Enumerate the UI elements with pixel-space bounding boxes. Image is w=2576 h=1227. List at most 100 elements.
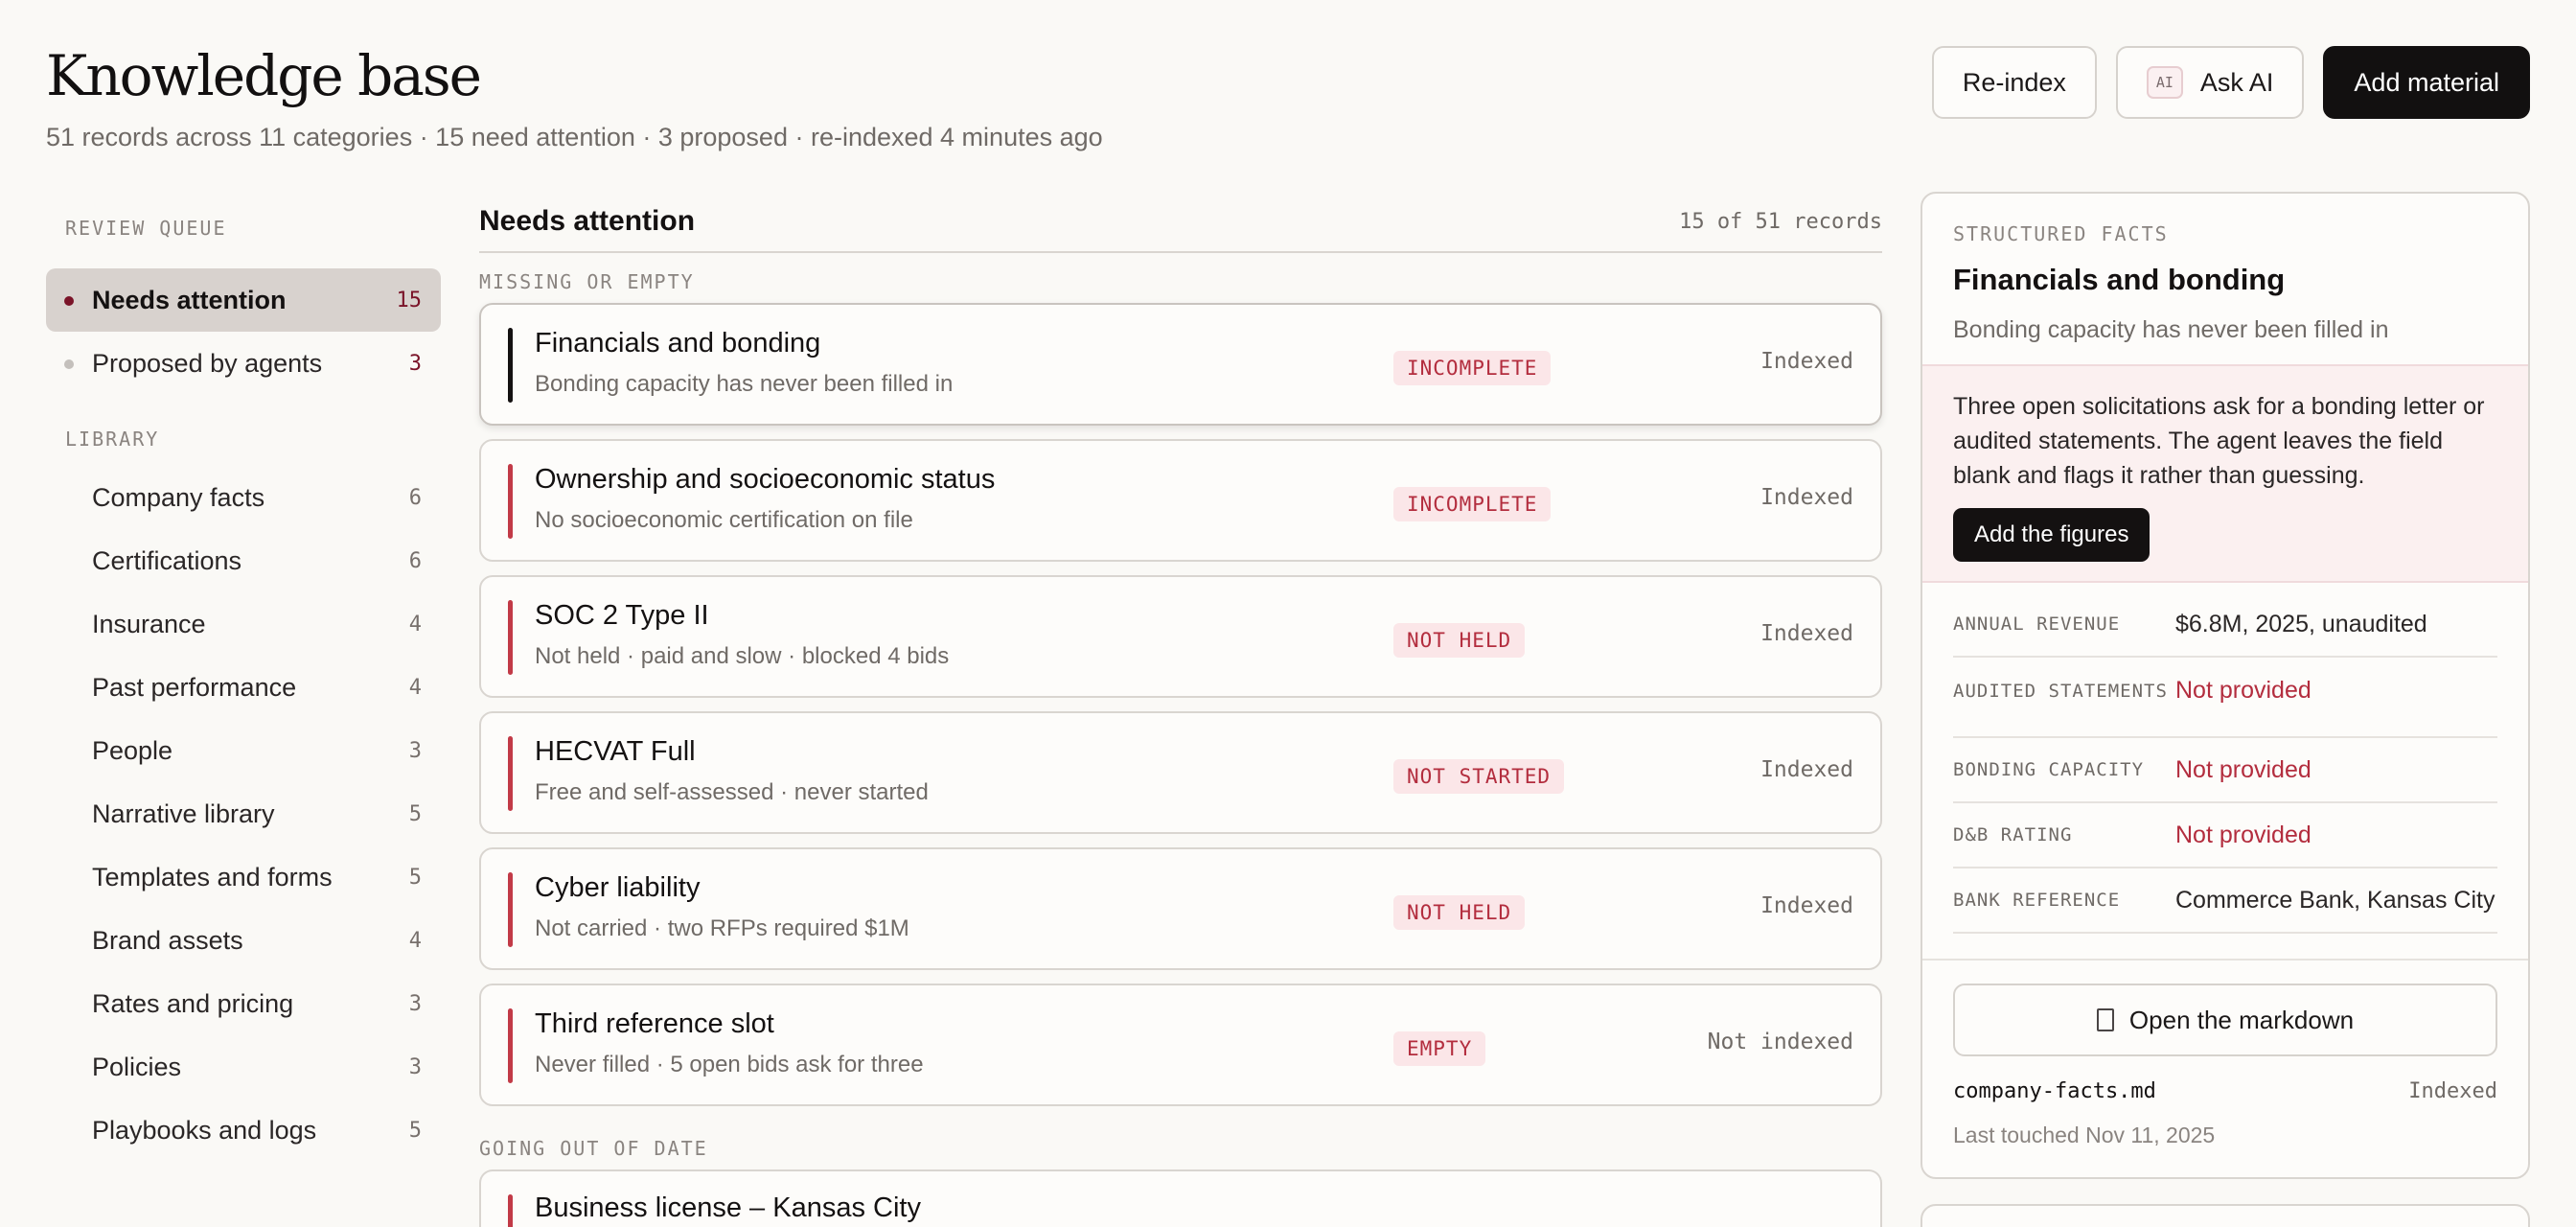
sidebar-item-label: Templates and forms (92, 862, 333, 891)
status-accent (508, 1008, 513, 1083)
sidebar-item-label: Brand assets (92, 925, 243, 955)
record-title: Business license – Kansas City (535, 1192, 921, 1223)
sidebar-item-needs-attention[interactable]: Needs attention 15 (46, 268, 441, 332)
record-title: HECVAT Full (535, 736, 696, 767)
record-card[interactable]: SOC 2 Type II Not held · paid and slow ·… (479, 575, 1882, 698)
record-card[interactable]: Business license – Kansas City (479, 1169, 1882, 1227)
ask-ai-button[interactable]: AI Ask AI (2115, 46, 2305, 119)
record-subtitle: Not held · paid and slow · blocked 4 bid… (535, 643, 950, 669)
sidebar-item-label: Rates and pricing (92, 988, 294, 1018)
record-card[interactable]: HECVAT Full Free and self-assessed · nev… (479, 711, 1882, 834)
list-header: Needs attention 15 of 51 records (479, 192, 1882, 253)
add-material-button[interactable]: Add material (2323, 46, 2530, 119)
secondary-panel (1920, 1204, 2530, 1227)
status-dot-icon (64, 296, 74, 306)
status-accent (508, 872, 513, 947)
sidebar-item-certifications[interactable]: Certifications 6 (46, 529, 441, 592)
record-card[interactable]: Financials and bonding Bonding capacity … (479, 303, 1882, 426)
sidebar-item-count: 5 (408, 801, 422, 826)
fact-key: BONDING CAPACITY (1953, 759, 2145, 780)
sidebar-item-company-facts[interactable]: Company facts 6 (46, 466, 441, 529)
sidebar-item-count: 3 (408, 738, 422, 763)
fact-value: Not provided (2175, 821, 2312, 848)
status-accent (508, 1194, 513, 1227)
ai-icon: AI (2146, 66, 2183, 99)
status-accent (508, 328, 513, 403)
group-label-out-of-date: GOING OUT OF DATE (479, 1137, 708, 1160)
detail-panel: STRUCTURED FACTS Financials and bonding … (1920, 192, 2530, 1179)
page-subtitle: 51 records across 11 categories · 15 nee… (46, 123, 1103, 151)
sidebar-item-insurance[interactable]: Insurance 4 (46, 592, 441, 656)
sidebar-item-count: 5 (408, 865, 422, 890)
record-card[interactable]: Cyber liability Not carried · two RFPs r… (479, 847, 1882, 970)
fact-row: ANNUAL REVENUE $6.8M, 2025, unaudited (1953, 592, 2497, 658)
file-info: company-facts.md Indexed (1953, 1079, 2497, 1103)
fact-row: BONDING CAPACITY Not provided (1953, 738, 2497, 803)
sidebar-item-label: Proposed by agents (92, 348, 323, 378)
sidebar-item-brand-assets[interactable]: Brand assets 4 (46, 909, 441, 972)
sidebar-item-label: Narrative library (92, 799, 275, 828)
page-header: Knowledge base 51 records across 11 cate… (46, 38, 2530, 163)
sidebar-item-label: Company facts (92, 482, 265, 512)
record-title: Cyber liability (535, 872, 701, 903)
record-title: SOC 2 Type II (535, 600, 709, 631)
library-label: LIBRARY (65, 428, 160, 451)
sidebar-item-narrative-library[interactable]: Narrative library 5 (46, 782, 441, 845)
record-card[interactable]: Ownership and socioeconomic status No so… (479, 439, 1882, 562)
fact-value: Not provided (2175, 677, 2312, 704)
callout-text: Three open solicitations ask for a bondi… (1953, 393, 2485, 489)
file-index-state: Indexed (2408, 1079, 2497, 1103)
index-state: Not indexed (1707, 1030, 1853, 1054)
sidebar-item-count: 3 (408, 351, 422, 376)
sidebar-item-count: 4 (408, 928, 422, 953)
panel-kicker: STRUCTURED FACTS (1953, 222, 2169, 245)
review-queue-label: REVIEW QUEUE (65, 217, 227, 240)
open-markdown-button[interactable]: Open the markdown (1953, 984, 2497, 1056)
add-figures-button[interactable]: Add the figures (1953, 508, 2150, 562)
sidebar-item-past-performance[interactable]: Past performance 4 (46, 656, 441, 719)
sidebar-item-templates-and-forms[interactable]: Templates and forms 5 (46, 845, 441, 909)
sidebar: REVIEW QUEUE Needs attention 15 Proposed… (46, 209, 441, 1162)
fact-key: AUDITED STATEMENTS (1953, 681, 2168, 702)
status-accent (508, 600, 513, 675)
sidebar-item-label: Insurance (92, 609, 206, 638)
index-state: Indexed (1760, 621, 1853, 646)
fact-value: $6.8M, 2025, unaudited (2175, 610, 2427, 637)
record-card[interactable]: Third reference slot Never filled · 5 op… (479, 984, 1882, 1106)
index-state: Indexed (1760, 349, 1853, 374)
sidebar-item-label: Playbooks and logs (92, 1115, 317, 1145)
sidebar-item-people[interactable]: People 3 (46, 719, 441, 782)
status-accent (508, 464, 513, 539)
sidebar-item-proposed-by-agents[interactable]: Proposed by agents 3 (46, 332, 441, 395)
record-subtitle: Free and self-assessed · never started (535, 779, 929, 805)
record-subtitle: Not carried · two RFPs required $1M (535, 915, 909, 941)
record-subtitle: Bonding capacity has never been filled i… (535, 371, 954, 397)
facts-table: ANNUAL REVENUE $6.8M, 2025, unaudited AU… (1922, 592, 2528, 934)
sidebar-item-rates-and-pricing[interactable]: Rates and pricing 3 (46, 972, 441, 1035)
sidebar-item-count: 3 (408, 1054, 422, 1079)
panel-subtitle: Bonding capacity has never been filled i… (1953, 316, 2389, 343)
status-badge: NOT HELD (1393, 895, 1526, 930)
sidebar-item-count: 4 (408, 612, 422, 637)
record-title: Ownership and socioeconomic status (535, 464, 996, 495)
sidebar-item-count: 4 (408, 675, 422, 700)
reindex-button[interactable]: Re-index (1931, 46, 2097, 119)
sidebar-item-label: Policies (92, 1052, 182, 1081)
group-label-missing: MISSING OR EMPTY (479, 270, 695, 293)
record-title: Third reference slot (535, 1008, 774, 1039)
fact-value: Commerce Bank, Kansas City (2175, 886, 2496, 914)
status-accent (508, 736, 513, 811)
sidebar-item-playbooks-and-logs[interactable]: Playbooks and logs 5 (46, 1099, 441, 1162)
fact-key: D&B RATING (1953, 824, 2073, 845)
fact-row: D&B RATING Not provided (1953, 803, 2497, 868)
sidebar-item-label: Past performance (92, 672, 297, 702)
document-icon (2096, 1008, 2114, 1031)
fact-key: ANNUAL REVENUE (1953, 614, 2121, 635)
open-markdown-label: Open the markdown (2128, 1005, 2355, 1034)
status-badge: NOT STARTED (1393, 759, 1565, 794)
fact-value: Not provided (2175, 755, 2312, 783)
panel-title: Financials and bonding (1953, 263, 2286, 296)
sidebar-item-count: 6 (408, 485, 422, 510)
last-touched: Last touched Nov 11, 2025 (1953, 1123, 2216, 1147)
sidebar-item-policies[interactable]: Policies 3 (46, 1035, 441, 1099)
